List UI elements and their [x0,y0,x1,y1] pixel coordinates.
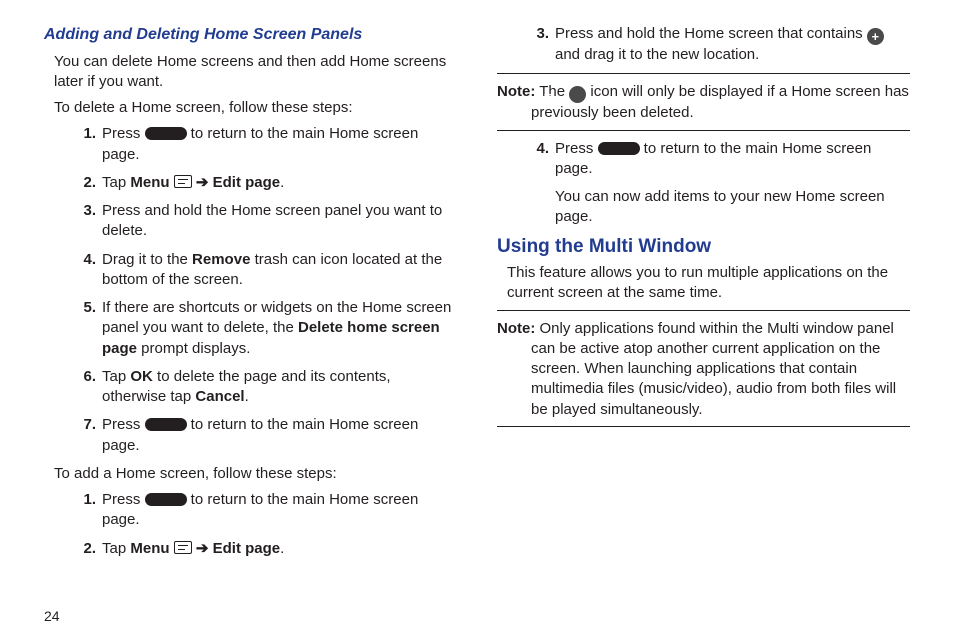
step-number: 1. [68,490,96,510]
note-label: Note: [497,83,535,100]
step-text: Tap [102,174,130,191]
rule [497,310,910,311]
intro-text: You can delete Home screens and then add… [54,52,457,93]
note-text: icon will only be displayed if a Home sc… [531,83,909,121]
add-step-1: 1. Press to return to the main Home scre… [44,490,457,531]
rule [497,130,910,131]
menu-icon [174,175,192,188]
add-step-2: 2. Tap Menu ➔ Edit page. [44,539,457,559]
right-column: 3. Press and hold the Home screen that c… [497,24,910,567]
columns: Adding and Deleting Home Screen Panels Y… [44,24,910,567]
step-text: Tap [102,368,130,385]
step-number: 1. [68,124,96,144]
step-text: Drag it to the [102,251,192,268]
step-number: 4. [521,139,549,159]
step-text: . [245,388,249,405]
step-number: 7. [68,415,96,435]
remove-label: Remove [192,251,250,268]
note-multiwindow: Note: Only applications found within the… [497,319,910,420]
delete-step-2: 2. Tap Menu ➔ Edit page. [44,173,457,193]
edit-page-label: Edit page [213,174,281,191]
plus-icon: + [569,86,586,103]
plus-icon: + [867,28,884,45]
home-key-icon [145,127,187,140]
add-steps-cont: 3. Press and hold the Home screen that c… [497,24,910,65]
add-step-3: 3. Press and hold the Home screen that c… [497,24,910,65]
section-heading: Using the Multi Window [497,234,910,260]
step-number: 3. [521,24,549,44]
page: Adding and Deleting Home Screen Panels Y… [0,0,954,636]
arrow-icon: ➔ [192,540,213,557]
step-number: 5. [68,298,96,318]
delete-step-3: 3. Press and hold the Home screen panel … [44,201,457,242]
step-number: 6. [68,367,96,387]
step-text: . [280,174,284,191]
delete-steps: 1. Press to return to the main Home scre… [44,124,457,456]
step-number: 4. [68,250,96,270]
step-4-sub: You can now add items to your new Home s… [497,187,910,228]
ok-label: OK [130,368,153,385]
rule [497,426,910,427]
left-column: Adding and Deleting Home Screen Panels Y… [44,24,457,567]
note-plus-icon: Note: The + icon will only be displayed … [497,82,910,123]
step-number: 2. [68,539,96,559]
step-text: Press [102,416,145,433]
note-text: Only applications found within the Multi… [531,320,896,418]
step-number: 2. [68,173,96,193]
step-text: Press and hold the Home screen panel you… [102,202,442,239]
step-text: Tap [102,540,130,557]
page-number: 24 [44,607,60,626]
section-intro: This feature allows you to run multiple … [507,263,910,304]
home-key-icon [145,418,187,431]
note-label: Note: [497,320,535,337]
note-text: The [535,83,569,100]
add-step-4: 4. Press to return to the main Home scre… [497,139,910,180]
delete-step-6: 6. Tap OK to delete the page and its con… [44,367,457,408]
delete-step-1: 1. Press to return to the main Home scre… [44,124,457,165]
add-steps-cont2: 4. Press to return to the main Home scre… [497,139,910,180]
delete-step-5: 5. If there are shortcuts or widgets on … [44,298,457,359]
step-text: Press [555,140,598,157]
step-text: Press and hold the Home screen that cont… [555,25,867,42]
subheading: Adding and Deleting Home Screen Panels [44,24,457,46]
home-key-icon [145,493,187,506]
arrow-icon: ➔ [192,174,213,191]
step-text: and drag it to the new location. [555,46,759,63]
lead-add: To add a Home screen, follow these steps… [54,464,457,484]
lead-delete: To delete a Home screen, follow these st… [54,98,457,118]
step-text: Press [102,491,145,508]
menu-label: Menu [130,540,169,557]
step-text: prompt displays. [137,340,250,357]
menu-icon [174,541,192,554]
rule [497,73,910,74]
delete-step-7: 7. Press to return to the main Home scre… [44,415,457,456]
home-key-icon [598,142,640,155]
delete-step-4: 4. Drag it to the Remove trash can icon … [44,250,457,291]
add-steps: 1. Press to return to the main Home scre… [44,490,457,559]
edit-page-label: Edit page [213,540,281,557]
step-text: . [280,540,284,557]
step-number: 3. [68,201,96,221]
step-text: Press [102,125,145,142]
menu-label: Menu [130,174,169,191]
cancel-label: Cancel [195,388,244,405]
